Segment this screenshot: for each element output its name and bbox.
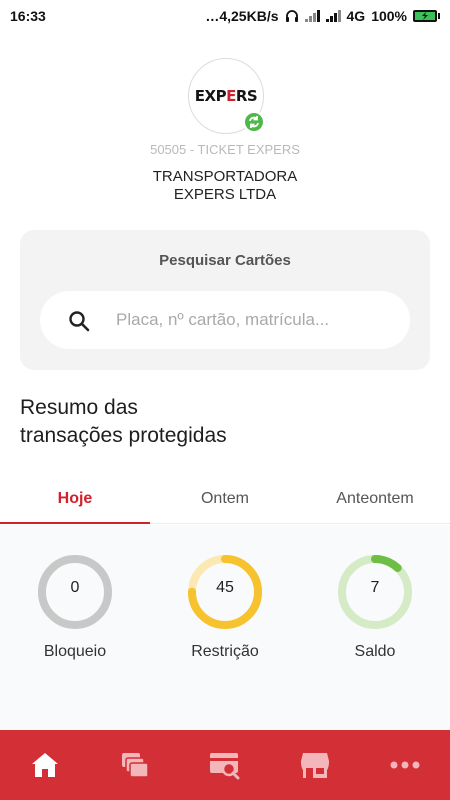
network-type: 4G	[346, 8, 366, 24]
battery-icon	[413, 10, 440, 22]
signal-weak-icon	[304, 10, 320, 22]
search-title: Pesquisar Cartões	[159, 252, 291, 269]
stat-value: 45	[216, 579, 234, 596]
stat-restricao[interactable]: 45 Restrição	[170, 553, 280, 661]
summary-title: Resumo das transações protegidas	[20, 394, 420, 450]
headphones-icon	[285, 10, 298, 22]
summary-panel: 0 Bloqueio 45 Restrição 7 Saldo	[0, 525, 450, 730]
tab-ontem[interactable]: Ontem	[150, 478, 300, 523]
company-name: TRANSPORTADORA EXPERS LTDA	[0, 168, 450, 204]
search-card: Pesquisar Cartões	[20, 230, 430, 370]
card-search-icon	[210, 753, 240, 780]
status-icons: …4,25KB/s 4G 100%	[205, 8, 440, 24]
company-name-line2: EXPERS LTDA	[173, 186, 277, 203]
tab-anteontem[interactable]: Anteontem	[300, 478, 450, 523]
stat-value: 0	[70, 579, 80, 596]
nav-more[interactable]	[360, 730, 450, 800]
bottom-nav	[0, 730, 450, 800]
more-icon	[390, 761, 420, 769]
home-icon	[32, 753, 58, 777]
period-tabs: Hoje Ontem Anteontem	[0, 478, 450, 524]
battery-level: 100%	[371, 8, 407, 24]
sync-icon[interactable]	[243, 111, 265, 133]
nav-home[interactable]	[0, 730, 90, 800]
stat-label: Saldo	[354, 643, 396, 660]
company-name-line1: TRANSPORTADORA	[152, 168, 298, 185]
status-time: 16:33	[10, 8, 46, 24]
company-logo: EXPERS	[188, 58, 265, 134]
search-input[interactable]	[116, 291, 396, 349]
store-icon	[301, 753, 329, 778]
nav-card-search[interactable]	[180, 730, 270, 800]
cards-icon	[122, 753, 149, 778]
search-icon	[69, 311, 90, 332]
status-bar: 16:33 …4,25KB/s 4G 100%	[0, 0, 450, 32]
summary-title-line2: transações protegidas	[20, 424, 227, 447]
signal-icon	[325, 10, 341, 22]
stat-value: 7	[370, 579, 380, 596]
nav-cards[interactable]	[90, 730, 180, 800]
stat-saldo[interactable]: 7 Saldo	[320, 553, 430, 661]
stat-label: Restrição	[191, 643, 259, 660]
search-box[interactable]	[40, 291, 410, 349]
account-code: 50505 - TICKET EXPERS	[150, 142, 300, 157]
logo-text: EXPERS	[194, 87, 258, 105]
stat-bloqueio[interactable]: 0 Bloqueio	[20, 553, 130, 661]
summary-title-line1: Resumo das	[20, 396, 138, 419]
stat-label: Bloqueio	[43, 643, 107, 660]
network-speed: …4,25KB/s	[205, 8, 279, 24]
nav-store[interactable]	[270, 730, 360, 800]
tab-hoje[interactable]: Hoje	[0, 478, 150, 524]
